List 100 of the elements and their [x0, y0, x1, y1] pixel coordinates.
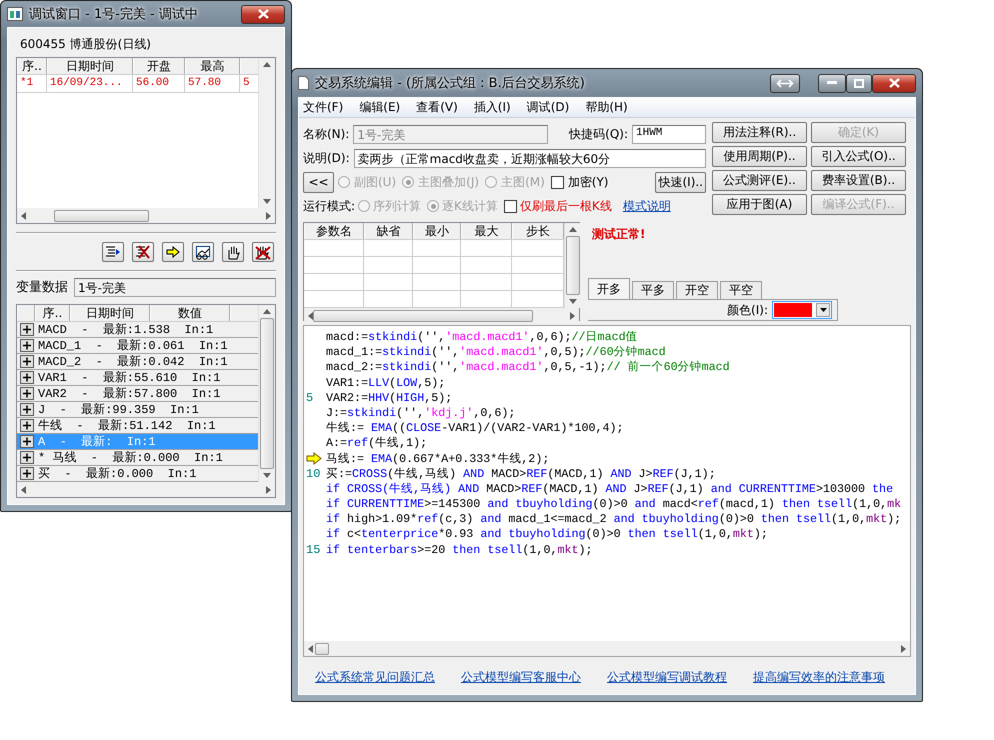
- table-cell: 16/09/23...: [47, 75, 133, 92]
- scroll-thumb[interactable]: [315, 642, 329, 654]
- menu-item[interactable]: 文件(F): [299, 99, 352, 116]
- tab[interactable]: 平空: [720, 281, 762, 299]
- variable-row[interactable]: MACD - 最新:1.538 In:1: [17, 322, 258, 338]
- help-link[interactable]: 公式模型编写调试教程: [607, 669, 727, 686]
- column-header[interactable]: 序..: [17, 58, 47, 74]
- action-button[interactable]: 引入公式(O)..: [811, 146, 906, 167]
- scroll-arrow-icon[interactable]: [263, 62, 271, 67]
- column-header[interactable]: 参数名: [304, 223, 364, 239]
- scroll-thumb[interactable]: [566, 236, 580, 295]
- variable-row[interactable]: MACD_1 - 最新:0.061 In:1: [17, 338, 258, 354]
- code-line: macd:=stkindi('','macd.macd1',0,6);//日macd值: [326, 330, 638, 346]
- menu-item[interactable]: 查看(V): [408, 99, 466, 116]
- column-header[interactable]: 最高: [185, 58, 240, 74]
- scroll-arrow-icon[interactable]: [21, 486, 26, 494]
- expand-icon[interactable]: [20, 403, 34, 416]
- expand-icon[interactable]: [20, 419, 34, 432]
- scroll-thumb[interactable]: [54, 210, 149, 222]
- action-button[interactable]: 公式测评(E)..: [712, 170, 807, 191]
- variable-row[interactable]: MACD_2 - 最新:0.042 In:1: [17, 354, 258, 370]
- horizontal-scrollbar[interactable]: [304, 641, 910, 656]
- menu-item[interactable]: 插入(I): [466, 99, 519, 116]
- checkbox[interactable]: [504, 200, 517, 212]
- close-button[interactable]: [872, 74, 916, 92]
- expand-icon[interactable]: [20, 371, 34, 384]
- variable-row[interactable]: VAR2 - 最新:57.800 In:1: [17, 386, 258, 402]
- column-header[interactable]: 缺省: [364, 223, 413, 239]
- variable-row[interactable]: * 马线 - 最新:0.000 In:1: [17, 450, 258, 466]
- expand-icon[interactable]: [20, 387, 34, 400]
- column-header[interactable]: 数值: [150, 305, 230, 321]
- close-button[interactable]: [241, 4, 285, 24]
- table-cell: 56.00: [133, 75, 185, 92]
- toolbar-button[interactable]: [132, 242, 154, 262]
- vertical-scrollbar[interactable]: [258, 58, 275, 208]
- expand-icon[interactable]: [20, 323, 34, 336]
- shortcut-label: 快捷码(Q):: [569, 126, 628, 142]
- toolbar-button[interactable]: [252, 242, 274, 262]
- help-link[interactable]: 公式系统常见问题汇总: [315, 669, 435, 686]
- description-field[interactable]: 卖两步（正常macd收盘卖，近期涨幅较大60分: [354, 148, 706, 168]
- collapse-button[interactable]: <<: [303, 172, 334, 192]
- maximize-button[interactable]: [846, 74, 872, 92]
- action-button[interactable]: 应用于图(A): [712, 194, 807, 215]
- action-button[interactable]: 使用周期(P)..: [712, 146, 807, 167]
- expand-icon[interactable]: [20, 355, 34, 368]
- mode-help-link[interactable]: 模式说明: [622, 198, 671, 214]
- toolbar-button[interactable]: [162, 242, 184, 262]
- minimize-button[interactable]: [818, 74, 846, 92]
- scroll-arrow-icon[interactable]: [569, 227, 577, 232]
- vertical-scrollbar[interactable]: [564, 223, 581, 308]
- variable-row[interactable]: VAR1 - 最新:55.610 In:1: [17, 370, 258, 386]
- checkbox[interactable]: [550, 176, 564, 188]
- tab[interactable]: 开空: [676, 281, 718, 299]
- expand-icon[interactable]: [20, 435, 34, 448]
- column-header[interactable]: 开盘: [133, 58, 185, 74]
- resize-button[interactable]: [770, 74, 800, 92]
- menu-item[interactable]: 帮助(H): [577, 99, 636, 116]
- variable-row[interactable]: 买 - 最新:0.000 In:1: [17, 466, 258, 482]
- checkbox-label: 加密(Y): [568, 174, 608, 190]
- expand-icon[interactable]: [20, 451, 34, 464]
- scroll-arrow-icon[interactable]: [901, 644, 906, 652]
- scroll-arrow-icon[interactable]: [308, 312, 313, 320]
- variable-row[interactable]: J - 最新:99.359 In:1: [17, 402, 258, 418]
- action-button[interactable]: 费率设置(B)..: [811, 170, 906, 191]
- column-header[interactable]: 最大: [461, 223, 512, 239]
- scroll-arrow-icon[interactable]: [21, 212, 26, 220]
- tab[interactable]: 平多: [632, 281, 674, 299]
- toolbar-button[interactable]: [222, 242, 244, 262]
- code-line: 牛线:= EMA((CLOSE-VAR1)/(VAR2-VAR1)*100,4);: [326, 421, 624, 436]
- scroll-arrow-icon[interactable]: [263, 309, 271, 314]
- color-dropdown[interactable]: [772, 301, 832, 319]
- toolbar-button[interactable]: [192, 242, 214, 262]
- scroll-thumb[interactable]: [260, 318, 274, 469]
- column-header[interactable]: 最小: [413, 223, 461, 239]
- variable-row[interactable]: 牛线 - 最新:51.142 In:1: [17, 418, 258, 434]
- help-link[interactable]: 提高编写效率的注意事项: [753, 669, 885, 686]
- shortcut-field[interactable]: 1HWM: [632, 124, 706, 144]
- table-cell: *1: [17, 75, 47, 92]
- menu-item[interactable]: 调试(D): [518, 99, 578, 116]
- window-title: 交易系统编辑 - (所属公式组 : B.后台交易系统): [315, 75, 585, 92]
- column-header[interactable]: 日期时间: [70, 305, 150, 321]
- menu-item[interactable]: 编辑(E): [351, 99, 408, 116]
- vertical-scrollbar[interactable]: [258, 305, 275, 482]
- column-header[interactable]: 日期时间: [47, 58, 133, 74]
- list-cross-icon: [135, 245, 151, 259]
- help-link[interactable]: 公式模型编写客服中心: [461, 669, 581, 686]
- horizontal-scrollbar[interactable]: [17, 208, 275, 223]
- action-button[interactable]: 用法注释(R)..: [712, 122, 807, 143]
- horizontal-scrollbar[interactable]: [304, 308, 579, 323]
- quick-button[interactable]: 快速(I)..: [655, 172, 706, 192]
- expand-icon[interactable]: [20, 467, 34, 480]
- expand-icon[interactable]: [20, 339, 34, 352]
- scroll-arrow-icon[interactable]: [308, 644, 313, 652]
- toolbar-button[interactable]: [102, 242, 124, 262]
- line-number: 5: [306, 390, 314, 405]
- column-header[interactable]: 序..: [35, 305, 70, 321]
- code-editor[interactable]: [303, 325, 911, 657]
- scroll-thumb[interactable]: [313, 310, 533, 322]
- variable-field[interactable]: 1号-完美: [74, 278, 276, 296]
- tab[interactable]: 开多: [588, 278, 630, 299]
